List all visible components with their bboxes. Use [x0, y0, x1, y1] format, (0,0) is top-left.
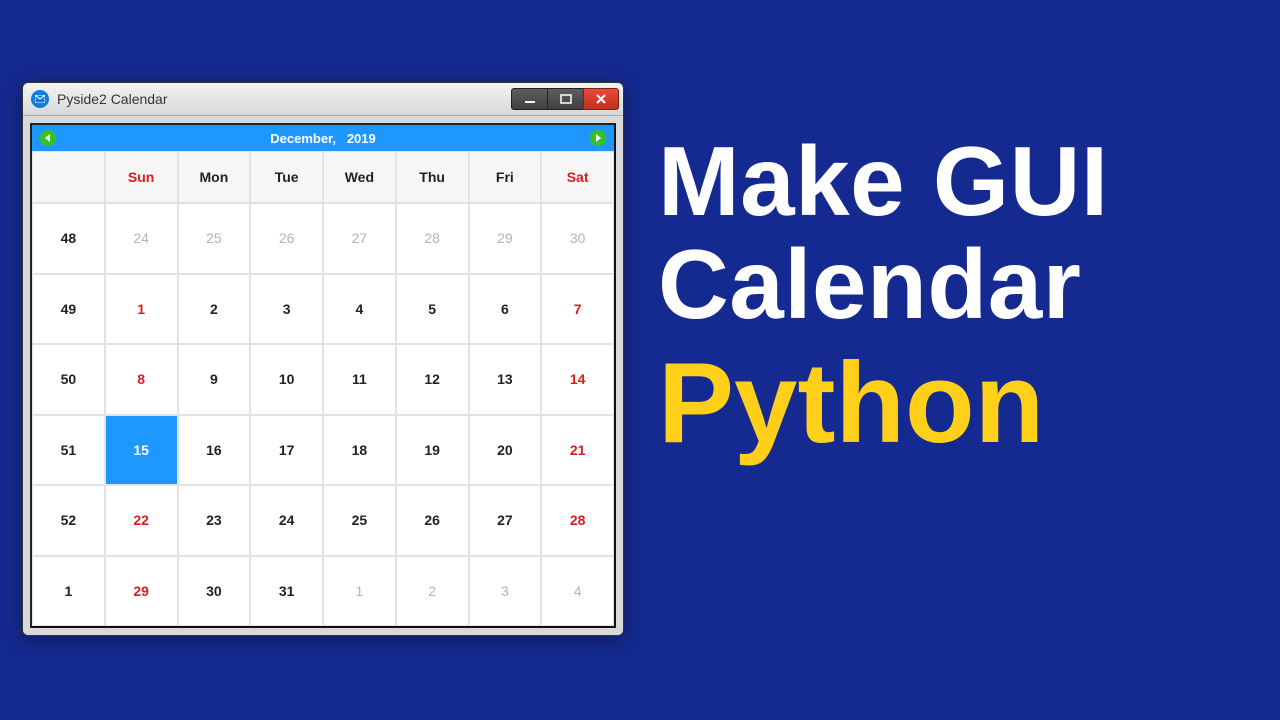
week-number: 48	[32, 203, 105, 274]
calendar-day[interactable]: 17	[250, 415, 323, 486]
calendar-day[interactable]: 27	[469, 485, 542, 556]
week-number: 52	[32, 485, 105, 556]
calendar-grid: SunMonTueWedThuFriSat4824252627282930491…	[32, 151, 614, 626]
day-header: Wed	[323, 151, 396, 203]
day-header: Thu	[396, 151, 469, 203]
calendar-day[interactable]: 25	[323, 485, 396, 556]
minimize-button[interactable]	[511, 88, 547, 110]
calendar-day[interactable]: 27	[323, 203, 396, 274]
headline-text: Make GUI Calendar Python	[658, 130, 1268, 463]
day-header: Sun	[105, 151, 178, 203]
calendar-day[interactable]: 5	[396, 274, 469, 345]
calendar-day[interactable]: 3	[250, 274, 323, 345]
calendar-day[interactable]: 11	[323, 344, 396, 415]
app-icon	[31, 90, 49, 108]
calendar-day[interactable]: 15	[105, 415, 178, 486]
calendar-nav-bar: December, 2019	[32, 125, 614, 151]
calendar-day[interactable]: 22	[105, 485, 178, 556]
calendar-day[interactable]: 12	[396, 344, 469, 415]
calendar-day[interactable]: 16	[178, 415, 251, 486]
headline-line-3: Python	[658, 344, 1268, 464]
calendar-day[interactable]: 9	[178, 344, 251, 415]
calendar-day[interactable]: 24	[105, 203, 178, 274]
calendar-day[interactable]: 2	[178, 274, 251, 345]
calendar-day[interactable]: 31	[250, 556, 323, 627]
calendar-day[interactable]: 6	[469, 274, 542, 345]
maximize-icon	[560, 94, 572, 104]
calendar-day[interactable]: 28	[396, 203, 469, 274]
calendar-day[interactable]: 21	[541, 415, 614, 486]
calendar-day[interactable]: 1	[105, 274, 178, 345]
week-number: 49	[32, 274, 105, 345]
calendar-day[interactable]: 7	[541, 274, 614, 345]
day-header: Mon	[178, 151, 251, 203]
calendar-day[interactable]: 14	[541, 344, 614, 415]
close-button[interactable]	[583, 88, 619, 110]
next-month-button[interactable]	[590, 130, 606, 146]
week-number: 50	[32, 344, 105, 415]
calendar-day[interactable]: 3	[469, 556, 542, 627]
headline-line-1: Make GUI	[658, 130, 1268, 233]
day-header: Sat	[541, 151, 614, 203]
calendar-day[interactable]: 8	[105, 344, 178, 415]
prev-month-button[interactable]	[40, 130, 56, 146]
calendar-day[interactable]: 1	[323, 556, 396, 627]
calendar-day[interactable]: 26	[396, 485, 469, 556]
calendar-day[interactable]: 2	[396, 556, 469, 627]
day-header: Fri	[469, 151, 542, 203]
arrow-right-icon	[594, 134, 602, 142]
calendar-day[interactable]: 13	[469, 344, 542, 415]
calendar-day[interactable]: 25	[178, 203, 251, 274]
calendar-widget: December, 2019 SunMonTueWedThuFriSat4824…	[30, 123, 616, 628]
week-header-blank	[32, 151, 105, 203]
calendar-day[interactable]: 30	[541, 203, 614, 274]
month-year-label[interactable]: December, 2019	[56, 131, 590, 146]
window-client-area: December, 2019 SunMonTueWedThuFriSat4824…	[23, 116, 623, 635]
calendar-day[interactable]: 20	[469, 415, 542, 486]
window-title: Pyside2 Calendar	[57, 91, 511, 107]
minimize-icon	[524, 94, 536, 104]
calendar-day[interactable]: 28	[541, 485, 614, 556]
calendar-day[interactable]: 29	[469, 203, 542, 274]
calendar-day[interactable]: 26	[250, 203, 323, 274]
calendar-day[interactable]: 4	[541, 556, 614, 627]
calendar-day[interactable]: 18	[323, 415, 396, 486]
week-number: 51	[32, 415, 105, 486]
calendar-day[interactable]: 29	[105, 556, 178, 627]
titlebar[interactable]: Pyside2 Calendar	[23, 83, 623, 116]
day-header: Tue	[250, 151, 323, 203]
calendar-day[interactable]: 10	[250, 344, 323, 415]
maximize-button[interactable]	[547, 88, 583, 110]
headline-line-2: Calendar	[658, 233, 1268, 336]
week-number: 1	[32, 556, 105, 627]
window-controls	[511, 88, 619, 110]
close-icon	[595, 94, 607, 104]
calendar-day[interactable]: 19	[396, 415, 469, 486]
calendar-day[interactable]: 4	[323, 274, 396, 345]
calendar-day[interactable]: 24	[250, 485, 323, 556]
calendar-day[interactable]: 30	[178, 556, 251, 627]
calendar-day[interactable]: 23	[178, 485, 251, 556]
app-window: Pyside2 Calendar December, 2019	[22, 82, 624, 636]
arrow-left-icon	[44, 134, 52, 142]
